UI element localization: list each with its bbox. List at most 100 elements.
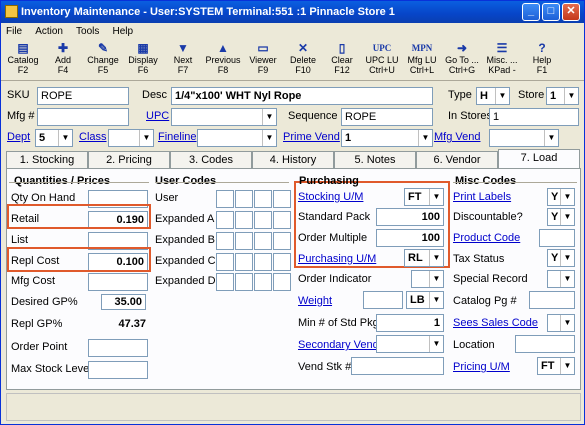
order-multiple-field[interactable]: 100 <box>376 229 444 247</box>
menu-tools[interactable]: Tools <box>76 26 99 37</box>
toolbar-button-display[interactable]: ▦ Display F6 <box>123 41 163 75</box>
order-indicator-select[interactable]: ▼ <box>411 270 444 288</box>
product-code-field[interactable] <box>539 229 575 247</box>
tax-status-select[interactable]: Y ▼ <box>547 249 575 267</box>
tab-notes[interactable]: 5. Notes <box>334 151 416 168</box>
usercode-cell[interactable] <box>235 211 253 229</box>
usercode-cell[interactable] <box>273 273 291 291</box>
usercode-cell[interactable] <box>216 190 234 208</box>
usercode-cell[interactable] <box>254 273 272 291</box>
print-labels-link[interactable]: Print Labels <box>453 191 511 203</box>
usercode-cell[interactable] <box>254 253 272 271</box>
sequence-field[interactable]: ROPE <box>341 108 433 126</box>
mfgvend-link[interactable]: Mfg Vend <box>434 131 480 143</box>
usercode-cell[interactable] <box>254 190 272 208</box>
toolbar-button-upc-lu[interactable]: UPC UPC LU Ctrl+U <box>362 41 402 75</box>
qty-field[interactable] <box>88 339 148 357</box>
toolbar-button-add[interactable]: ✚ Add F4 <box>43 41 83 75</box>
menu-action[interactable]: Action <box>35 26 63 37</box>
close-button[interactable]: ✕ <box>562 3 580 21</box>
purch-um-select[interactable]: RL ▼ <box>404 249 444 267</box>
sees-sales-link[interactable]: Sees Sales Code <box>453 317 538 329</box>
sees-sales-select[interactable]: ▼ <box>547 314 575 332</box>
toolbar-button-change[interactable]: ✎ Change F5 <box>83 41 123 75</box>
tab-codes[interactable]: 3. Codes <box>170 151 252 168</box>
product-code-link[interactable]: Product Code <box>453 232 520 244</box>
store-label: Store <box>518 89 545 101</box>
std-pack-field[interactable]: 100 <box>376 208 444 226</box>
tab-pricing[interactable]: 2. Pricing <box>88 151 170 168</box>
usercode-cell[interactable] <box>273 211 291 229</box>
fineline-link[interactable]: Fineline <box>158 131 197 143</box>
tab-vendor[interactable]: 6. Vendor <box>416 151 498 168</box>
weight-unit-select[interactable]: LB ▼ <box>406 291 444 309</box>
catalog-pg-field[interactable] <box>529 291 575 309</box>
usercode-cell[interactable] <box>254 211 272 229</box>
print-labels-select[interactable]: Y ▼ <box>547 188 575 206</box>
toolbar-button-misc[interactable]: ☰ Misc. ... KPad - <box>482 41 522 75</box>
dept-link[interactable]: Dept <box>7 131 30 143</box>
app-icon <box>5 5 18 18</box>
stocking-um-select[interactable]: FT ▼ <box>404 188 444 206</box>
usercode-cell[interactable] <box>273 190 291 208</box>
toolbar-button-mfg-lu[interactable]: MPN Mfg LU Ctrl+L <box>402 41 442 75</box>
primevend-select[interactable]: 1 ▼ <box>341 129 433 147</box>
desc-field[interactable]: 1/4"x100' WHT Nyl Rope <box>171 87 433 105</box>
weight-link[interactable]: Weight <box>298 295 332 307</box>
dept-select[interactable]: 5 ▼ <box>35 129 73 147</box>
toolbar-button-next[interactable]: ▼ Next F7 <box>163 41 203 75</box>
weight-field[interactable] <box>363 291 403 309</box>
purch-um-link[interactable]: Purchasing U/M <box>298 253 376 265</box>
fineline-select[interactable]: ▼ <box>197 129 277 147</box>
sku-field[interactable]: ROPE <box>37 87 129 105</box>
class-link[interactable]: Class <box>79 131 107 143</box>
qty-field[interactable] <box>88 361 148 379</box>
usercode-cell[interactable] <box>216 253 234 271</box>
usercode-cell[interactable] <box>235 232 253 250</box>
toolbar-button-help[interactable]: ? Help F1 <box>522 41 562 75</box>
usercode-cell[interactable] <box>273 232 291 250</box>
toolbar-button-clear[interactable]: ▯ Clear F12 <box>322 41 362 75</box>
min-pkgs-field[interactable]: 1 <box>376 314 444 332</box>
secondary-vend-link[interactable]: Secondary Vend <box>298 339 379 351</box>
usercode-cell[interactable] <box>216 211 234 229</box>
type-select[interactable]: H ▼ <box>476 87 510 105</box>
stocking-um-link[interactable]: Stocking U/M <box>298 191 363 203</box>
tab-load[interactable]: 7. Load <box>498 149 580 168</box>
toolbar-button-catalog[interactable]: ▤ Catalog F2 <box>3 41 43 75</box>
tab-history[interactable]: 4. History <box>252 151 334 168</box>
menu-file[interactable]: File <box>6 26 22 37</box>
pricing-um-link[interactable]: Pricing U/M <box>453 361 510 373</box>
pricing-um-select[interactable]: FT ▼ <box>537 357 575 375</box>
class-select[interactable]: ▼ <box>108 129 154 147</box>
toolbar-button-viewer[interactable]: ▭ Viewer F9 <box>243 41 283 75</box>
menu-help[interactable]: Help <box>112 26 133 37</box>
primevend-link[interactable]: Prime Vend <box>283 131 340 143</box>
tab-stocking[interactable]: 1. Stocking <box>6 151 88 168</box>
usercode-cell[interactable] <box>235 190 253 208</box>
upc-select[interactable]: ▼ <box>171 108 277 126</box>
special-record-select[interactable]: ▼ <box>547 270 575 288</box>
minimize-button[interactable]: _ <box>522 3 540 21</box>
vend-stk-field[interactable] <box>351 357 444 375</box>
usercode-cell[interactable] <box>235 253 253 271</box>
toolbar-button-previous[interactable]: ▲ Previous F8 <box>203 41 243 75</box>
usercode-cell[interactable] <box>216 232 234 250</box>
qty-label: Qty On Hand <box>11 192 76 204</box>
discountable-select[interactable]: Y ▼ <box>547 208 575 226</box>
toolbar-button-go-to[interactable]: ➜ Go To ... Ctrl+G <box>442 41 482 75</box>
location-field[interactable] <box>515 335 575 353</box>
maximize-button[interactable]: □ <box>542 3 560 21</box>
secondary-vend-select[interactable]: ▼ <box>376 335 444 353</box>
qty-field[interactable] <box>88 273 148 291</box>
upc-link[interactable]: UPC <box>146 110 169 122</box>
mfgvend-select[interactable]: ▼ <box>489 129 559 147</box>
usercode-cell[interactable] <box>235 273 253 291</box>
store-select[interactable]: 1 ▼ <box>546 87 579 105</box>
usercode-cell[interactable] <box>254 232 272 250</box>
mfg-field[interactable] <box>37 108 129 126</box>
usercode-cell[interactable] <box>273 253 291 271</box>
usercode-cell[interactable] <box>216 273 234 291</box>
instores-field[interactable]: 1 <box>489 108 579 126</box>
toolbar-button-delete[interactable]: ✕ Delete F10 <box>283 41 323 75</box>
